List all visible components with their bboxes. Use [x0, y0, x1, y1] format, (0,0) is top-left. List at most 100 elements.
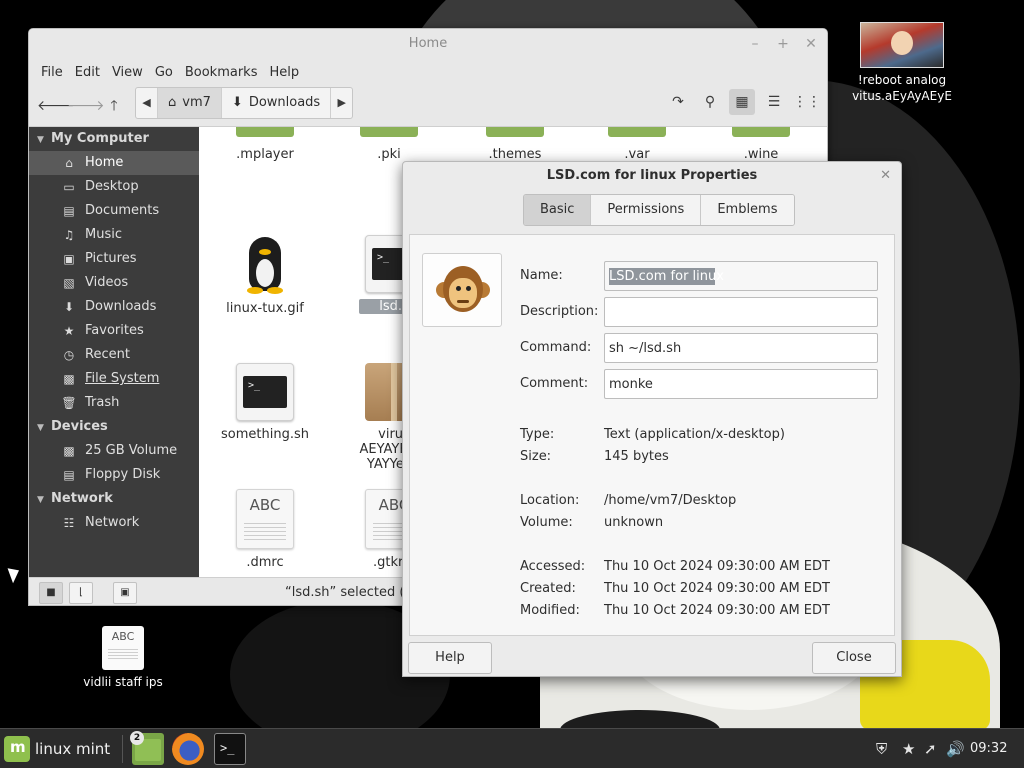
- modified-label: Modified:: [520, 603, 580, 618]
- monkey-icon: [436, 262, 490, 318]
- type-label: Type:: [520, 427, 555, 442]
- sidebar-item-recent[interactable]: ◷ Recent: [29, 343, 199, 367]
- desktop-icon-vidlii-staff-ips[interactable]: ABC vidlii staff ips: [78, 626, 168, 690]
- sidebar-section-network[interactable]: ▼ Network: [29, 487, 199, 511]
- home-icon: ⌂: [168, 95, 177, 110]
- tab-basic[interactable]: Basic: [524, 195, 592, 225]
- sidebar-item-label: Recent: [85, 347, 130, 362]
- desktop-icon-reboot-analog[interactable]: !reboot analog vitus.aEyAyAEyE: [846, 22, 958, 104]
- shield-icon[interactable]: ⛨: [876, 729, 887, 768]
- star-icon[interactable]: ★: [902, 729, 915, 768]
- dialog-title: LSD.com for linux Properties: [546, 168, 758, 183]
- sidebar-item-music[interactable]: ♫ Music: [29, 223, 199, 247]
- file-item-folder[interactable]: .themes: [465, 127, 565, 162]
- sidebar-item-favorites[interactable]: ★ Favorites: [29, 319, 199, 343]
- show-places-icon[interactable]: ■: [39, 582, 63, 604]
- sidebar-item-label: Trash: [85, 395, 120, 410]
- file-name: .var: [624, 147, 650, 162]
- list-view-icon[interactable]: ☰: [761, 89, 787, 115]
- sidebar-item-file-system[interactable]: ▩ File System: [29, 367, 199, 391]
- close-icon[interactable]: ✕: [880, 162, 891, 190]
- window-count-badge: 2: [130, 731, 144, 745]
- window-titlebar[interactable]: Home – + ✕: [29, 29, 827, 59]
- tab-emblems[interactable]: Emblems: [701, 195, 794, 225]
- sidebar-section-devices[interactable]: ▼ Devices: [29, 415, 199, 439]
- taskbar-firefox-icon[interactable]: [172, 733, 204, 765]
- command-field[interactable]: [604, 333, 878, 363]
- sidebar-item-floppy-disk[interactable]: ▤ Floppy Disk: [29, 463, 199, 487]
- sidebar-item-downloads[interactable]: ⬇ Downloads: [29, 295, 199, 319]
- tab-permissions[interactable]: Permissions: [591, 195, 702, 225]
- path-segment-downloads[interactable]: ⬇ Downloads: [222, 88, 330, 118]
- comment-field[interactable]: [604, 369, 878, 399]
- compact-view-icon[interactable]: ⋮⋮: [793, 89, 821, 115]
- sidebar-item-label: Desktop: [85, 179, 139, 194]
- file-item-linux-tux[interactable]: linux-tux.gif: [215, 235, 315, 316]
- show-treeview-icon[interactable]: ⌊: [69, 582, 93, 604]
- sidebar-item-home[interactable]: ⌂ Home: [29, 151, 199, 175]
- basic-tab-panel: Name: Description: Command: Comment: Typ…: [409, 234, 895, 636]
- location-toggle-icon[interactable]: ↷: [665, 89, 691, 115]
- sidebar-item-network[interactable]: ☷ Network: [29, 511, 199, 535]
- menu-edit[interactable]: Edit: [69, 65, 106, 80]
- up-arrow-icon[interactable]: 🡑: [101, 93, 127, 119]
- menu-bookmarks[interactable]: Bookmarks: [179, 65, 264, 80]
- description-field[interactable]: [604, 297, 878, 327]
- file-name: .mplayer: [236, 147, 294, 162]
- sidebar-section-title: My Computer: [51, 131, 149, 146]
- start-menu-label: linux mint: [35, 740, 111, 758]
- path-segment-vm7[interactable]: ⌂ vm7: [158, 88, 222, 118]
- close-button[interactable]: Close: [812, 642, 896, 674]
- file-item-folder[interactable]: .var: [587, 127, 687, 162]
- sidebar-item-25gb-volume[interactable]: ▩ 25 GB Volume: [29, 439, 199, 463]
- file-item-folder[interactable]: .mplayer: [215, 127, 315, 162]
- sidebar-item-desktop[interactable]: ▭ Desktop: [29, 175, 199, 199]
- file-item-folder[interactable]: .wine: [711, 127, 811, 162]
- sidebar-item-label: Videos: [85, 275, 129, 290]
- close-icon[interactable]: ✕: [801, 29, 821, 59]
- path-segment-label: vm7: [182, 95, 211, 110]
- minimize-icon[interactable]: –: [745, 29, 765, 59]
- back-arrow-icon[interactable]: 🡐: [37, 93, 75, 119]
- file-item-folder[interactable]: .pki: [339, 127, 439, 162]
- menu-view[interactable]: View: [106, 65, 149, 80]
- name-field[interactable]: [604, 261, 878, 291]
- search-icon[interactable]: ⚲: [697, 89, 723, 115]
- icon-view-icon[interactable]: ▦: [729, 89, 755, 115]
- sidebar-section-my-computer[interactable]: ▼ My Computer: [29, 127, 199, 151]
- hide-sidebar-icon[interactable]: ▣: [113, 582, 137, 604]
- name-label: Name:: [520, 268, 563, 283]
- sidebar-item-trash[interactable]: 🗑 Trash: [29, 391, 199, 415]
- sidebar-item-label: Downloads: [85, 299, 157, 314]
- dialog-titlebar[interactable]: LSD.com for linux Properties ✕: [403, 162, 901, 190]
- taskbar-terminal-icon[interactable]: [214, 733, 246, 765]
- start-menu-button[interactable]: linux mint: [4, 733, 110, 765]
- menu-help[interactable]: Help: [263, 65, 305, 80]
- desktop-icon-label: vidlii staff ips: [83, 675, 163, 689]
- pictures-icon: ▣: [63, 252, 75, 266]
- size-label: Size:: [520, 449, 552, 464]
- help-button[interactable]: Help: [408, 642, 492, 674]
- created-value: Thu 10 Oct 2024 09:30:00 AM EDT: [604, 581, 830, 596]
- file-item-something-sh[interactable]: >_ something.sh: [215, 363, 315, 442]
- tux-penguin-icon: [241, 235, 289, 295]
- path-left-arrow-icon[interactable]: ◀: [136, 88, 158, 118]
- path-right-arrow-icon[interactable]: ▶: [330, 88, 352, 118]
- forward-arrow-icon[interactable]: 🡒: [67, 93, 105, 119]
- sidebar-item-label: Floppy Disk: [85, 467, 161, 482]
- location-value: /home/vm7/Desktop: [604, 493, 737, 508]
- menu-go[interactable]: Go: [149, 65, 179, 80]
- menu-file[interactable]: File: [35, 65, 69, 80]
- maximize-icon[interactable]: +: [773, 29, 793, 59]
- app-icon-button[interactable]: [422, 253, 502, 327]
- volume-icon[interactable]: 🔊: [946, 729, 965, 768]
- sidebar-item-videos[interactable]: ▧ Videos: [29, 271, 199, 295]
- sidebar-item-documents[interactable]: ▤ Documents: [29, 199, 199, 223]
- desktop-icon-label: !reboot analog vitus.aEyAyAEyE: [852, 73, 952, 103]
- text-file-icon: ABC: [102, 626, 144, 670]
- clock[interactable]: 09:32: [970, 729, 1007, 768]
- file-name: .pki: [377, 147, 401, 162]
- sidebar-item-pictures[interactable]: ▣ Pictures: [29, 247, 199, 271]
- file-item-dmrc[interactable]: ABC .dmrc: [215, 489, 315, 570]
- network-icon[interactable]: ➚: [924, 729, 937, 768]
